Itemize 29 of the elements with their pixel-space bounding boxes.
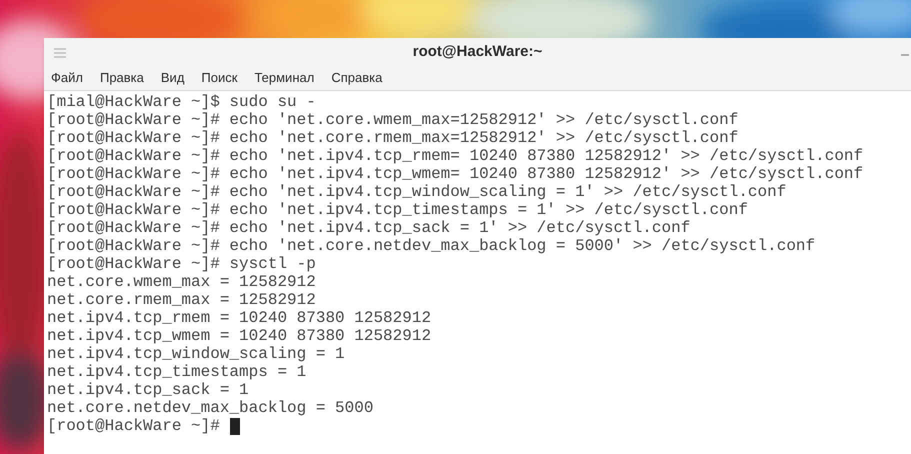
menu-item[interactable]: Правка xyxy=(100,68,144,88)
terminal-line: net.ipv4.tcp_rmem = 10240 87380 12582912 xyxy=(47,309,432,327)
terminal-line: net.core.netdev_max_backlog = 5000 xyxy=(47,399,374,417)
terminal-line: net.core.rmem_max = 12582912 xyxy=(47,291,316,309)
terminal-line: [root@HackWare ~]# echo 'net.ipv4.tcp_rmem= 10240 87380 12582912' >> /etc/sysctl.conf xyxy=(47,147,864,165)
terminal-prompt: [root@HackWare ~]# xyxy=(47,417,220,435)
terminal-line: [root@HackWare ~]# echo 'net.ipv4.tcp_timestamps = 1' >> /etc/sysctl.conf xyxy=(47,201,748,219)
terminal-line: [root@HackWare ~]# echo 'net.core.netdev_max_backlog = 5000' >> /etc/sysctl.conf xyxy=(47,237,816,255)
terminal-line: net.ipv4.tcp_wmem = 10240 87380 12582912 xyxy=(47,327,432,345)
menu-icon[interactable] xyxy=(54,48,66,58)
menu-item[interactable]: Терминал xyxy=(254,68,314,88)
terminal-line: [root@HackWare ~]# echo 'net.ipv4.tcp_sack = 1' >> /etc/sysctl.conf xyxy=(47,219,690,237)
terminal-line: [mial@HackWare ~]$ sudo su - xyxy=(47,93,316,111)
terminal-line: [root@HackWare ~]# sysctl -p xyxy=(47,255,316,273)
menu-item[interactable]: Вид xyxy=(160,68,184,88)
terminal-line: net.core.wmem_max = 12582912 xyxy=(47,273,316,291)
window-title: root@HackWare:~ xyxy=(412,42,542,62)
text-cursor xyxy=(230,418,240,434)
terminal-line: net.ipv4.tcp_sack = 1 xyxy=(47,381,249,399)
terminal-line: [root@HackWare ~]# echo 'net.core.wmem_max=12582912' >> /etc/sysctl.conf xyxy=(47,111,738,129)
terminal-line: [root@HackWare ~]# echo 'net.core.rmem_max=12582912' >> /etc/sysctl.conf xyxy=(47,129,738,147)
menu-item[interactable]: Справка xyxy=(331,68,382,88)
terminal-line: net.ipv4.tcp_window_scaling = 1 xyxy=(47,345,345,363)
minimize-icon[interactable] xyxy=(901,54,909,56)
menu-item[interactable]: Файл xyxy=(51,68,83,88)
menu-item[interactable]: Поиск xyxy=(201,68,238,88)
terminal-line: net.ipv4.tcp_timestamps = 1 xyxy=(47,363,306,381)
terminal-line: [root@HackWare ~]# echo 'net.ipv4.tcp_wmem= 10240 87380 12582912' >> /etc/sysctl.conf xyxy=(47,165,864,183)
terminal-line: [root@HackWare ~]# echo 'net.ipv4.tcp_window_scaling = 1' >> /etc/sysctl.conf xyxy=(47,183,786,201)
